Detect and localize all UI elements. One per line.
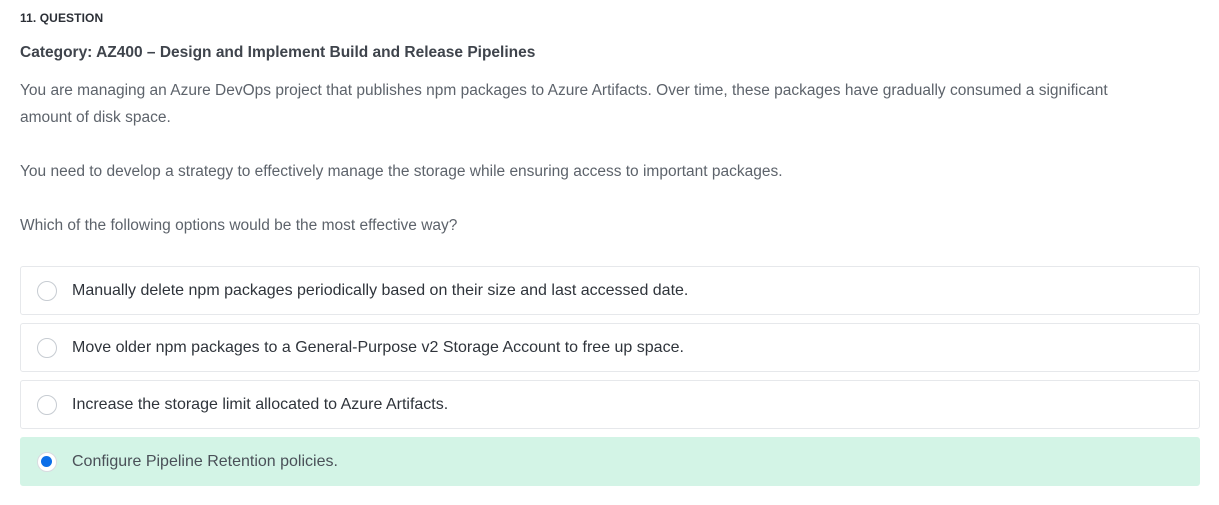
answer-option-4[interactable]: Configure Pipeline Retention policies.: [20, 437, 1200, 486]
question-paragraph-3: Which of the following options would be …: [20, 217, 458, 234]
question-paragraph-2: You need to develop a strategy to effect…: [20, 163, 783, 180]
answer-option-label: Configure Pipeline Retention policies.: [72, 452, 338, 470]
answer-option-1[interactable]: Manually delete npm packages periodicall…: [20, 266, 1200, 315]
answer-option-3[interactable]: Increase the storage limit allocated to …: [20, 380, 1200, 429]
question-paragraph-1: You are managing an Azure DevOps project…: [20, 82, 1108, 126]
answer-option-label: Manually delete npm packages periodicall…: [72, 281, 689, 299]
answer-options: Manually delete npm packages periodicall…: [20, 266, 1200, 494]
radio-button-icon[interactable]: [37, 394, 57, 415]
answer-option-label: Move older npm packages to a General-Pur…: [72, 338, 684, 356]
radio-button-checked-icon[interactable]: [37, 451, 57, 472]
answer-option-label: Increase the storage limit allocated to …: [72, 395, 449, 413]
radio-button-icon[interactable]: [37, 337, 57, 358]
question-category: Category: AZ400 – Design and Implement B…: [20, 44, 536, 61]
question-number: 11. QUESTION: [20, 11, 104, 25]
answer-option-2[interactable]: Move older npm packages to a General-Pur…: [20, 323, 1200, 372]
radio-button-icon[interactable]: [37, 280, 57, 301]
